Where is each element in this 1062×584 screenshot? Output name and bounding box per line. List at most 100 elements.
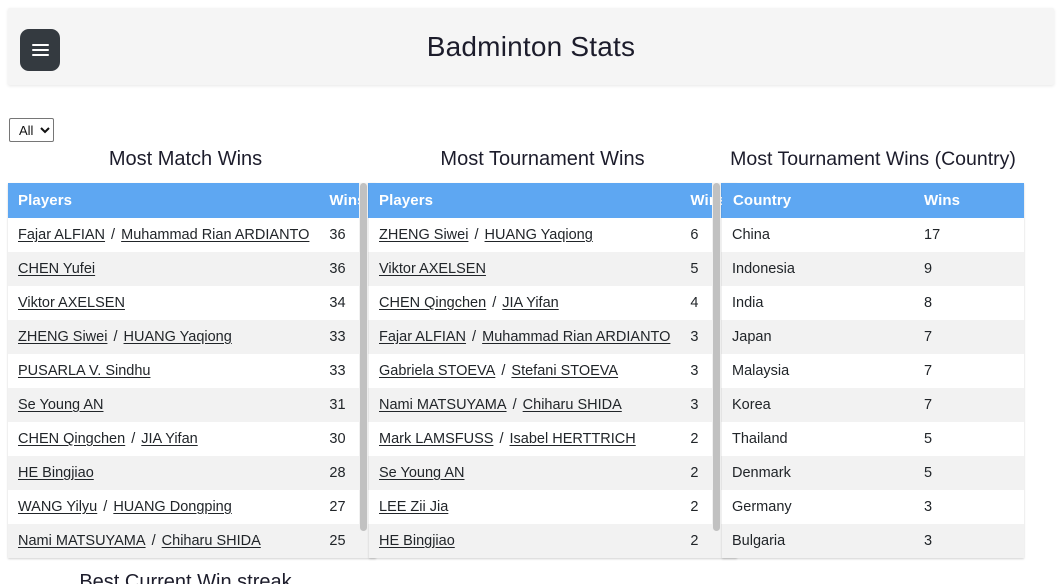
players-cell: PUSARLA V. Sindhu: [8, 354, 319, 388]
hamburger-menu-button[interactable]: [20, 29, 60, 71]
country-cell: Germany: [732, 499, 792, 515]
name-separator: /: [470, 227, 483, 243]
players-cell: HE Bingjiao: [8, 456, 319, 490]
player-link[interactable]: CHEN Qingchen: [379, 295, 486, 311]
table-row: Bulgaria 3: [722, 524, 1024, 558]
player-link[interactable]: Se Young AN: [18, 397, 103, 413]
table-row: Korea 7: [722, 388, 1024, 422]
table-row: LEE Zii Jia 2: [369, 490, 737, 524]
category-filter-select[interactable]: All: [9, 118, 54, 142]
wins-cell: 9: [924, 261, 933, 277]
table-row: ZHENG Siwei / HUANG Yaqiong 33: [8, 320, 376, 354]
player-link[interactable]: HE Bingjiao: [18, 465, 94, 481]
players-cell: Nami MATSUYAMA / Chiharu SHIDA: [8, 524, 319, 558]
table-row: ZHENG Siwei / HUANG Yaqiong 6: [369, 218, 737, 252]
country-cell: India: [732, 295, 764, 311]
wins-cell: 8: [924, 295, 933, 311]
most-tournament-wins-title: Most Tournament Wins: [440, 148, 645, 170]
country-cell: Thailand: [732, 431, 788, 447]
hamburger-menu-icon: [31, 43, 49, 57]
player-link[interactable]: Chiharu SHIDA: [162, 533, 261, 549]
player-link[interactable]: Chiharu SHIDA: [523, 397, 622, 413]
table-row: PUSARLA V. Sindhu 33: [8, 354, 376, 388]
column-header-country[interactable]: Country: [722, 183, 914, 218]
player-link[interactable]: Mark LAMSFUSS: [379, 431, 493, 447]
players-cell: Mark LAMSFUSS / Isabel HERTTRICH: [369, 422, 680, 456]
players-cell: Viktor AXELSEN: [369, 252, 680, 286]
most-match-wins-panel: Most Match Wins Players Wins Fajar ALFIA…: [8, 147, 376, 558]
scrollbar-thumb[interactable]: [713, 183, 720, 531]
players-cell: Se Young AN: [8, 388, 319, 422]
players-cell: LEE Zii Jia: [369, 490, 680, 524]
table-row: Se Young AN 31: [8, 388, 376, 422]
name-separator: /: [99, 499, 112, 515]
players-cell: Fajar ALFIAN / Muhammad Rian ARDIANTO: [8, 218, 319, 252]
player-link[interactable]: JIA Yifan: [502, 295, 558, 311]
player-link[interactable]: Viktor AXELSEN: [18, 295, 125, 311]
player-link[interactable]: CHEN Yufei: [18, 261, 95, 277]
table-row: CHEN Yufei 36: [8, 252, 376, 286]
country-cell: Malaysia: [732, 363, 790, 379]
table-row: India 8: [722, 286, 1024, 320]
table-vertical-scrollbar[interactable]: [359, 183, 368, 531]
name-separator: /: [127, 431, 140, 447]
player-link[interactable]: Nami MATSUYAMA: [18, 533, 146, 549]
country-cell: Bulgaria: [732, 533, 786, 549]
player-link[interactable]: Isabel HERTTRICH: [510, 431, 636, 447]
players-cell: ZHENG Siwei / HUANG Yaqiong: [369, 218, 680, 252]
table-row: WANG Yilyu / HUANG Dongping 27: [8, 490, 376, 524]
players-cell: Viktor AXELSEN: [8, 286, 319, 320]
player-link[interactable]: Se Young AN: [379, 465, 464, 481]
player-link[interactable]: PUSARLA V. Sindhu: [18, 363, 150, 379]
players-cell: Se Young AN: [369, 456, 680, 490]
table-row: Viktor AXELSEN 34: [8, 286, 376, 320]
players-cell: CHEN Yufei: [8, 252, 319, 286]
name-separator: /: [468, 329, 481, 345]
player-link[interactable]: ZHENG Siwei: [18, 329, 107, 345]
wins-cell: 7: [924, 329, 933, 345]
player-link[interactable]: Viktor AXELSEN: [379, 261, 486, 277]
player-link[interactable]: Fajar ALFIAN: [379, 329, 466, 345]
table-body: ZHENG Siwei / HUANG Yaqiong 6 Viktor AXE…: [369, 218, 737, 558]
player-link[interactable]: HUANG Dongping: [113, 499, 231, 515]
country-cell: China: [732, 227, 770, 243]
player-link[interactable]: ZHENG Siwei: [379, 227, 468, 243]
table-row: Viktor AXELSEN 5: [369, 252, 737, 286]
wins-cell: 17: [924, 227, 941, 243]
name-separator: /: [495, 431, 508, 447]
player-link[interactable]: Muhammad Rian ARDIANTO: [482, 329, 670, 345]
table-body: China 17 Indonesia 9 India 8 Japan 7 Mal…: [722, 218, 1024, 558]
table-row: CHEN Qingchen / JIA Yifan 4: [369, 286, 737, 320]
column-header-wins[interactable]: Wins: [914, 183, 1024, 218]
table-head: Players Wins: [8, 183, 376, 218]
player-link[interactable]: HUANG Yaqiong: [485, 227, 593, 243]
table-row: Malaysia 7: [722, 354, 1024, 388]
most-tournament-wins-country-title: Most Tournament Wins (Country): [730, 148, 1016, 170]
player-link[interactable]: HUANG Yaqiong: [124, 329, 232, 345]
page-title: Badminton Stats: [426, 31, 636, 62]
column-header-players[interactable]: Players: [8, 183, 320, 218]
name-separator: /: [497, 363, 510, 379]
player-link[interactable]: Muhammad Rian ARDIANTO: [121, 227, 309, 243]
name-separator: /: [147, 533, 160, 549]
player-link[interactable]: Fajar ALFIAN: [18, 227, 105, 243]
below-fold-section-title: Best Current Win streak: [79, 571, 292, 584]
player-link[interactable]: WANG Yilyu: [18, 499, 97, 515]
player-link[interactable]: LEE Zii Jia: [379, 499, 448, 515]
column-header-players[interactable]: Players: [369, 183, 681, 218]
player-link[interactable]: Nami MATSUYAMA: [379, 397, 507, 413]
table-vertical-scrollbar[interactable]: [712, 183, 721, 531]
players-cell: WANG Yilyu / HUANG Dongping: [8, 490, 319, 524]
most-match-wins-table: Players Wins Fajar ALFIAN / Muhammad Ria…: [8, 183, 376, 558]
player-link[interactable]: Stefani STOEVA: [511, 363, 618, 379]
table-header-row: Country Wins: [722, 183, 1024, 218]
player-link[interactable]: Gabriela STOEVA: [379, 363, 495, 379]
player-link[interactable]: JIA Yifan: [141, 431, 197, 447]
table-body: Fajar ALFIAN / Muhammad Rian ARDIANTO 36…: [8, 218, 376, 558]
players-cell: Fajar ALFIAN / Muhammad Rian ARDIANTO: [369, 320, 680, 354]
table-head: Players Wins: [369, 183, 737, 218]
scrollbar-thumb[interactable]: [360, 183, 367, 531]
table-row: Fajar ALFIAN / Muhammad Rian ARDIANTO 3: [369, 320, 737, 354]
player-link[interactable]: HE Bingjiao: [379, 533, 455, 549]
player-link[interactable]: CHEN Qingchen: [18, 431, 125, 447]
